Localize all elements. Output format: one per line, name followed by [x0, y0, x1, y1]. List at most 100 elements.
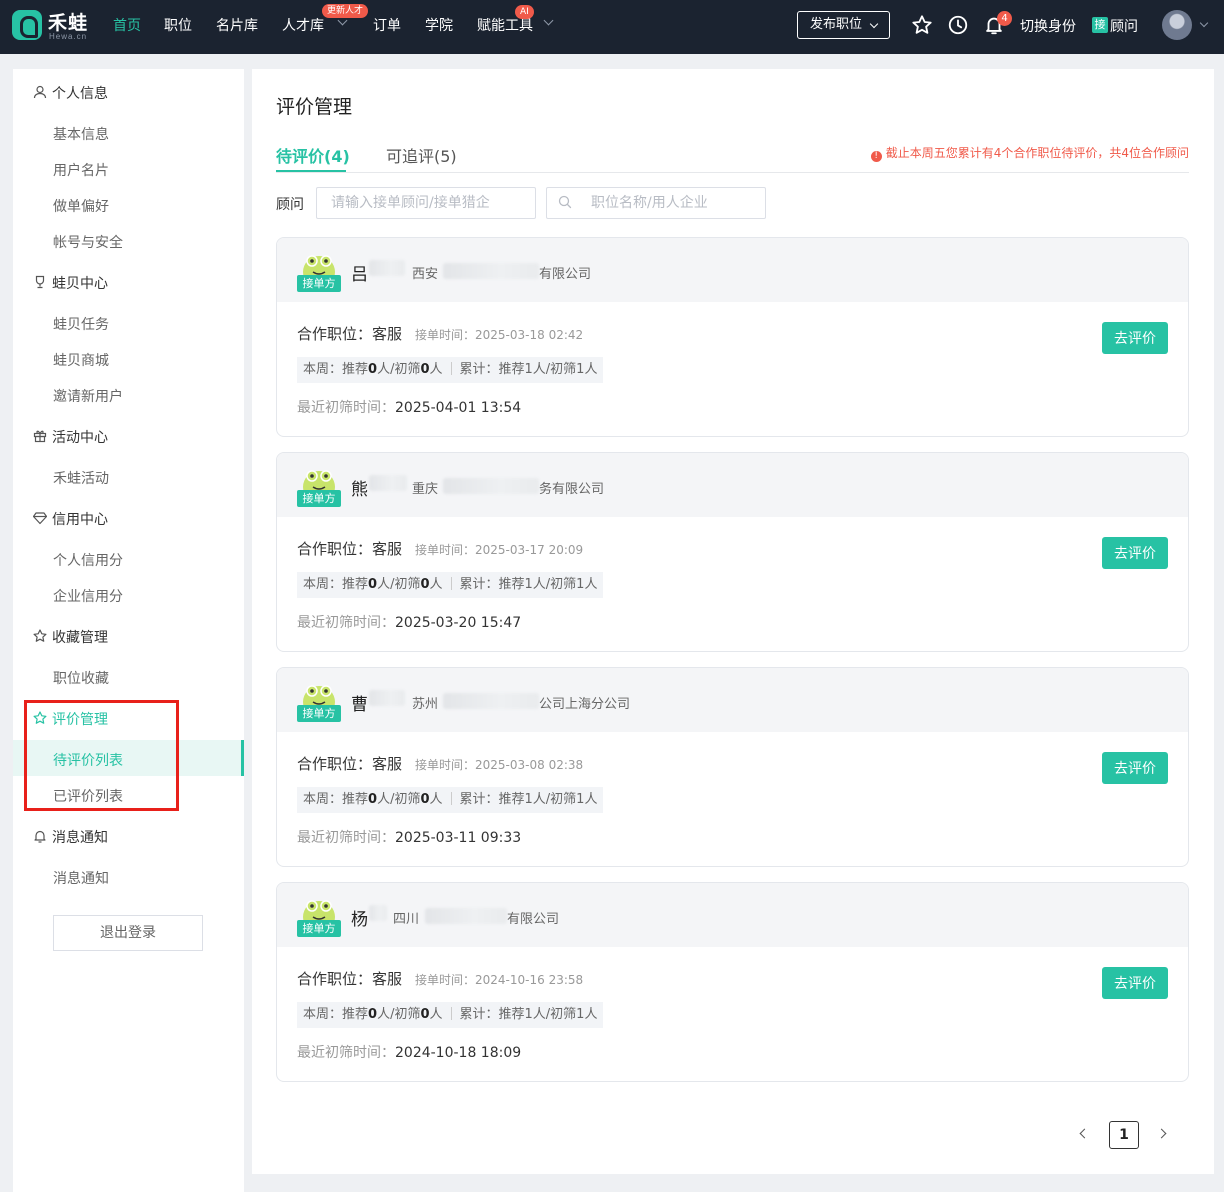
last-screening-time: 2024-10-18 18:09 — [395, 1045, 522, 1061]
clock-icon[interactable] — [947, 14, 969, 36]
consultant-search-input[interactable] — [316, 187, 536, 219]
nav-jobs[interactable]: 职位 — [164, 15, 192, 35]
total-stats: 累计：推荐1人/初筛1人 — [459, 362, 598, 377]
role-tag: 接 — [1092, 17, 1108, 33]
week-recommend-count: 0 — [368, 577, 378, 592]
job-line: 合作职位：客服 — [297, 323, 402, 344]
redacted-company — [443, 478, 539, 494]
bell-icon — [34, 830, 46, 843]
accept-time-value: 2025-03-18 02:42 — [475, 328, 584, 342]
sidebar-item-job-favorites[interactable]: 职位收藏 — [53, 668, 109, 688]
sidebar-item-account-security[interactable]: 帐号与安全 — [53, 232, 123, 252]
switch-identity-link[interactable]: 切换身份 — [1020, 16, 1076, 36]
avatar[interactable] — [1162, 10, 1192, 40]
sidebar-item-messages[interactable]: 消息通知 — [53, 868, 109, 888]
gift-icon — [33, 430, 47, 443]
sidebar-item-company-credit[interactable]: 企业信用分 — [53, 586, 123, 606]
redacted-name — [369, 260, 405, 276]
sidebar-item-wabei-mall[interactable]: 蛙贝商城 — [53, 350, 109, 370]
evaluate-button[interactable]: 去评价 — [1102, 322, 1168, 354]
notification-count-badge: 4 — [997, 11, 1012, 26]
evaluation-card: 接单方 曹 苏州 公司上海分公司 合作职位：客服 接单时间：2025-03-08… — [276, 667, 1189, 867]
trophy-icon — [35, 275, 45, 289]
active-item-indicator — [241, 740, 244, 776]
nav-orders[interactable]: 订单 — [373, 15, 401, 35]
card-header: 接单方 吕 西安 有限公司 — [277, 238, 1188, 302]
job-title: 客服 — [372, 755, 403, 773]
week-initial-count: 0 — [420, 362, 430, 377]
week-label: 本周：推荐 — [303, 577, 369, 592]
accept-time-value: 2025-03-17 20:09 — [475, 543, 584, 557]
consultant-filter-label: 顾问 — [276, 197, 304, 213]
last-screening-time: 2025-03-20 15:47 — [395, 615, 522, 631]
page-number-current[interactable]: 1 — [1109, 1121, 1139, 1149]
sidebar-item-user-card[interactable]: 用户名片 — [53, 160, 109, 180]
nav-talent-pool[interactable]: 人才库 — [282, 15, 324, 35]
stats-bar: 本周：推荐0人/初筛0人 累计：推荐1人/初筛1人 — [297, 572, 604, 598]
chevron-down-icon[interactable] — [1199, 18, 1209, 28]
tab-follow-up[interactable]: 可追评(5) — [386, 143, 457, 167]
chevron-down-icon[interactable] — [543, 15, 554, 26]
sidebar-item-order-preference[interactable]: 做单偏好 — [53, 196, 109, 216]
job-title: 客服 — [372, 540, 403, 558]
order-taker-tag: 接单方 — [297, 490, 341, 507]
sidebar-item-invite-users[interactable]: 邀请新用户 — [53, 386, 123, 406]
sidebar: 个人信息 基本信息 用户名片 做单偏好 帐号与安全 蛙贝中心 蛙贝任务 蛙贝商城… — [13, 69, 244, 1192]
annotation-highlight-box — [24, 700, 179, 811]
accept-time: 接单时间：2025-03-18 02:42 — [415, 326, 583, 343]
last-screening-line: 最近初筛时间：2025-03-20 15:47 — [297, 612, 521, 632]
divider — [450, 577, 452, 590]
sidebar-item-wabei-tasks[interactable]: 蛙贝任务 — [53, 314, 109, 334]
job-prefix: 合作职位： — [297, 755, 373, 773]
sidebar-item-basic-info[interactable]: 基本信息 — [53, 124, 109, 144]
ai-badge: AI — [515, 5, 534, 19]
week-recommend-count: 0 — [368, 792, 378, 807]
company-prefix: 重庆 — [412, 482, 439, 497]
page-title: 评价管理 — [276, 96, 353, 118]
total-stats: 累计：推荐1人/初筛1人 — [459, 1007, 598, 1022]
hewa-logo-icon[interactable] — [12, 10, 42, 40]
publish-job-button[interactable]: 发布职位 — [797, 11, 890, 39]
consultant-name: 吕 — [351, 265, 368, 285]
sidebar-item-hewa-activities[interactable]: 禾蛙活动 — [53, 468, 109, 488]
job-search-input[interactable] — [546, 187, 766, 219]
star-icon[interactable] — [911, 14, 933, 36]
redacted-company — [443, 263, 539, 279]
consultant-name: 曹 — [351, 695, 368, 715]
order-taker-tag: 接单方 — [297, 920, 341, 937]
logo-subtitle: Hewa.cn — [49, 32, 88, 41]
stats-bar: 本周：推荐0人/初筛0人 累计：推荐1人/初筛1人 — [297, 787, 604, 813]
talent-update-badge: 更新人才 — [322, 4, 369, 18]
nav-home[interactable]: 首页 — [113, 15, 141, 35]
week-initial-count: 0 — [420, 792, 430, 807]
card-header: 接单方 熊 重庆 务有限公司 — [277, 453, 1188, 517]
job-line: 合作职位：客服 — [297, 538, 402, 559]
nav-academy[interactable]: 学院 — [425, 15, 453, 35]
logout-button[interactable]: 退出登录 — [53, 915, 203, 951]
redacted-name — [369, 475, 407, 491]
notice-text: 截止本周五您累计有4个合作职位待评价，共4位合作顾问 — [885, 146, 1189, 160]
role-name[interactable]: 顾问 — [1110, 16, 1138, 36]
sidebar-item-personal-credit[interactable]: 个人信用分 — [53, 550, 123, 570]
job-title: 客服 — [372, 325, 403, 343]
top-nav-bar: 禾蛙 Hewa.cn 首页 职位 名片库 人才库 更新人才 订单 学院 赋能工具… — [0, 0, 1224, 54]
last-screening-time: 2025-03-11 09:33 — [395, 830, 522, 846]
consultant-name: 熊 — [351, 480, 368, 500]
accept-time-value: 2024-10-16 23:58 — [475, 973, 584, 987]
evaluate-button[interactable]: 去评价 — [1102, 967, 1168, 999]
nav-card-library[interactable]: 名片库 — [216, 15, 258, 35]
last-screening-label: 最近初筛时间： — [297, 830, 395, 846]
evaluate-button[interactable]: 去评价 — [1102, 752, 1168, 784]
redacted-company — [443, 693, 539, 709]
logo-text[interactable]: 禾蛙 — [48, 8, 88, 35]
divider — [450, 362, 452, 375]
job-line: 合作职位：客服 — [297, 968, 402, 989]
week-recommend-count: 0 — [368, 1007, 378, 1022]
total-stats: 累计：推荐1人/初筛1人 — [459, 792, 598, 807]
job-prefix: 合作职位： — [297, 540, 373, 558]
search-icon — [558, 195, 572, 209]
evaluation-card: 接单方 杨 四川 有限公司 合作职位：客服 接单时间：2024-10-16 23… — [276, 882, 1189, 1082]
evaluate-button[interactable]: 去评价 — [1102, 537, 1168, 569]
tab-pending[interactable]: 待评价(4) — [276, 143, 350, 167]
redacted-name — [369, 905, 387, 921]
